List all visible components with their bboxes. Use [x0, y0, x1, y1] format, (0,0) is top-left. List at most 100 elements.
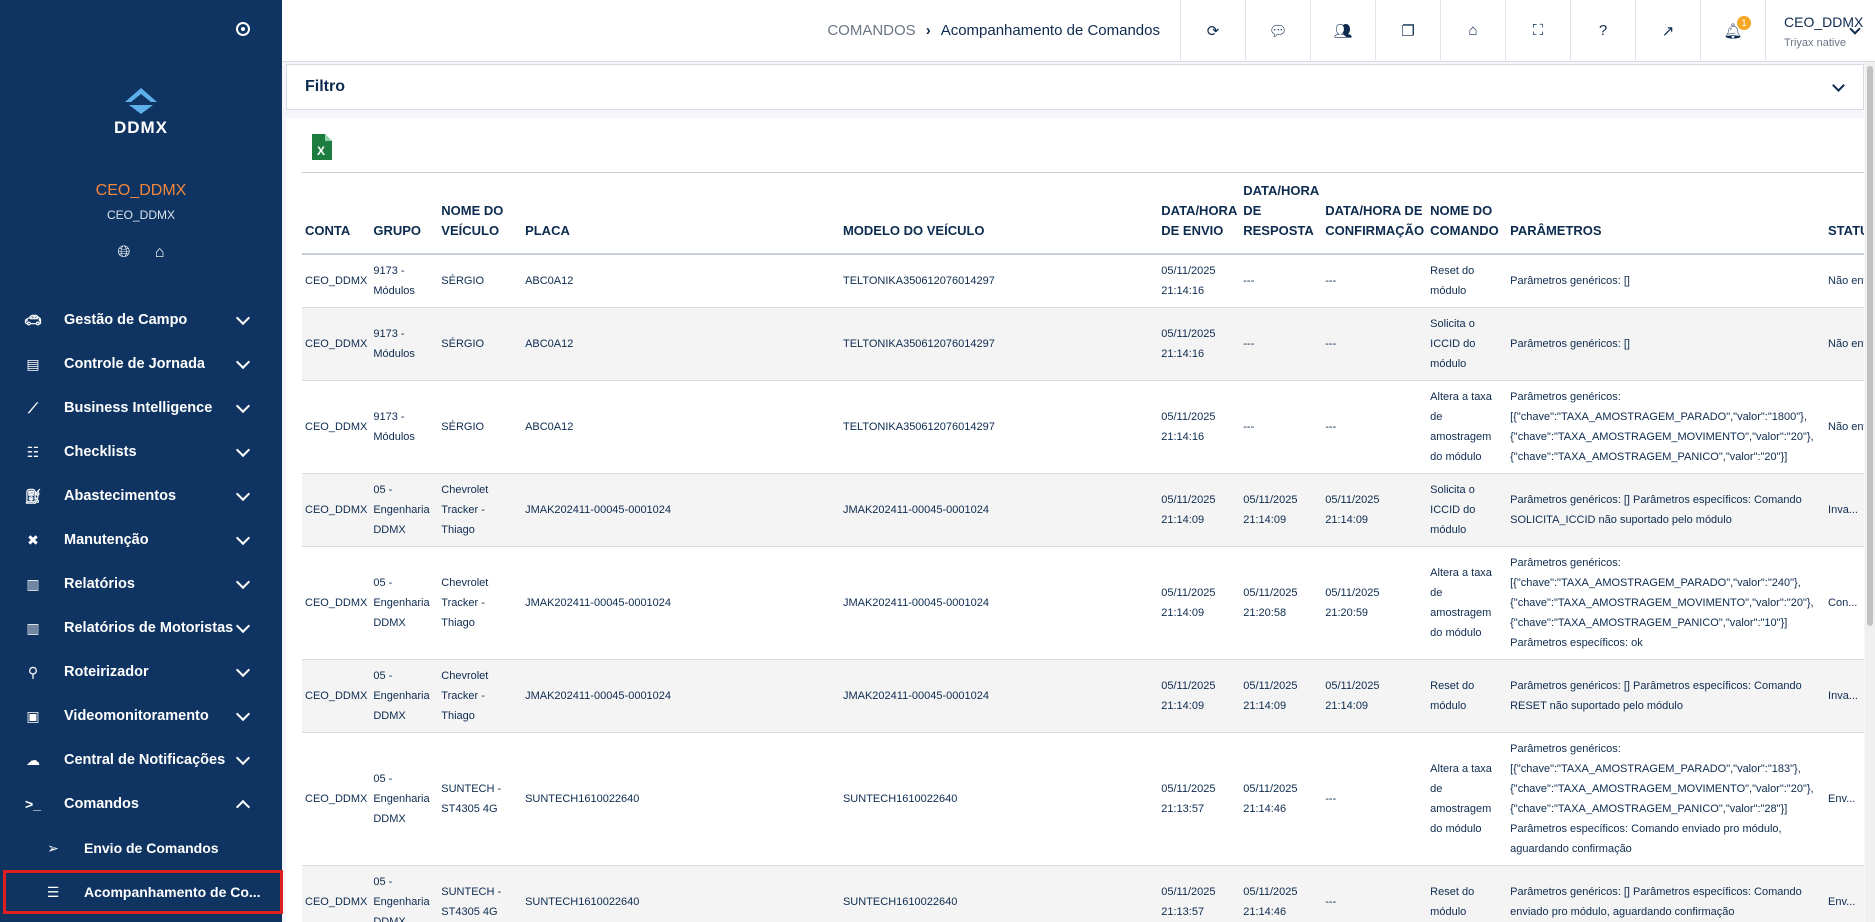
table-cell: 05/11/2025 21:14:09	[1240, 473, 1323, 547]
table-cell: SUNTECH1610022640	[522, 865, 840, 922]
table-cell: 05/11/2025 21:20:59	[1322, 546, 1428, 660]
table-row[interactable]: CEO_DDMX 9173 - Módulos SÉRGIO ABC0A12 TELTO…	[302, 380, 1864, 474]
col-header-data-resposta[interactable]: DATA/HORA DE RESPOSTA	[1240, 172, 1323, 255]
scrollbar-thumb[interactable]	[1867, 66, 1873, 626]
globe-icon[interactable]: 🌐︎	[118, 244, 131, 262]
table-row[interactable]: CEO_DDMX 05 - Engenharia DDMX Chevrolet Tr…	[302, 473, 1864, 547]
table-cell: Não env...	[1825, 380, 1864, 474]
sidebar-item-gestao-de-campo[interactable]: 🚗︎ Gestão de Campo	[0, 298, 282, 342]
terminal-icon: >_	[25, 796, 41, 812]
notifications-button[interactable]: 🔔︎ 1	[1700, 0, 1765, 62]
help-button[interactable]: ?	[1570, 0, 1635, 62]
id-card-icon: ▤	[26, 355, 40, 372]
sidebar-item-relatorios[interactable]: ▥ Relatórios	[0, 562, 282, 606]
sidebar-item-central-de-notificacoes[interactable]: ☁ Central de Notificações	[0, 738, 282, 782]
sidebar-item-roteirizador[interactable]: ⚲ Roteirizador	[0, 650, 282, 694]
main-content: X CONTA GRUPO NOME DO VEÍCULO PLACA MODE…	[286, 118, 1864, 922]
table-row[interactable]: CEO_DDMX 9173 - Módulos SÉRGIO ABC0A12 TELTO…	[302, 254, 1864, 308]
list-check-icon: ☰	[46, 883, 60, 900]
col-header-placa[interactable]: PLACA	[522, 172, 840, 255]
pin-sidebar-icon[interactable]	[236, 22, 250, 36]
external-link-button[interactable]: ↗	[1635, 0, 1700, 62]
commands-table-wrap: CONTA GRUPO NOME DO VEÍCULO PLACA MODELO…	[302, 172, 1864, 922]
tools-icon: ✖	[27, 531, 39, 548]
table-cell: Solicita o ICCID do módulo	[1427, 307, 1508, 381]
table-row[interactable]: CEO_DDMX 05 - Engenharia DDMX SUNTECH - ST…	[302, 732, 1864, 866]
table-cell: SUNTECH1610022640	[522, 732, 840, 866]
table-row[interactable]: CEO_DDMX 05 - Engenharia DDMX Chevrolet Tr…	[302, 659, 1864, 733]
users-button[interactable]: 👥︎	[1310, 0, 1375, 62]
table-cell: ABC0A12	[522, 307, 840, 381]
refresh-icon: ⟳	[1206, 22, 1220, 40]
table-cell: SÉRGIO	[438, 307, 523, 381]
sidebar-item-business-intelligence[interactable]: ⟋ Business Intelligence	[0, 386, 282, 430]
col-header-nome-veiculo[interactable]: NOME DO VEÍCULO	[438, 172, 523, 255]
table-cell: ---	[1240, 380, 1323, 474]
col-header-data-envio[interactable]: DATA/HORA DE ENVIO	[1158, 172, 1241, 255]
topbar-user-sub: Triyax native	[1784, 36, 1846, 49]
user-menu[interactable]: CEO_DDMX Triyax native	[1765, 0, 1875, 62]
home-button[interactable]: ⌂	[1440, 0, 1505, 62]
export-excel-button[interactable]: X	[310, 134, 332, 165]
help-icon: ?	[1598, 22, 1608, 39]
excel-icon: X	[312, 134, 332, 160]
col-header-grupo[interactable]: GRUPO	[370, 172, 439, 255]
table-cell: JMAK202411-00045-0001024	[522, 546, 840, 660]
table-cell: Altera a taxa de amostragem do módulo	[1427, 546, 1508, 660]
chevron-down-icon	[235, 618, 251, 633]
chevron-down-icon	[235, 574, 251, 589]
table-cell: JMAK202411-00045-0001024	[839, 546, 1159, 660]
table-row[interactable]: CEO_DDMX 05 - Engenharia DDMX SUNTECH - ST…	[302, 865, 1864, 922]
table-cell: JMAK202411-00045-0001024	[839, 659, 1159, 733]
table-cell: ABC0A12	[522, 254, 840, 308]
sidebar-item-controle-de-jornada[interactable]: ▤ Controle de Jornada	[0, 342, 282, 386]
table-cell: Chevrolet Tracker - Thiago	[438, 473, 523, 547]
fullscreen-button[interactable]: ⛶	[1505, 0, 1570, 62]
col-header-modelo-veiculo[interactable]: MODELO DO VEÍCULO	[839, 172, 1159, 255]
table-cell: TELTONIKA350612076014297	[839, 254, 1159, 308]
sidebar-subitem-envio-de-comandos[interactable]: ➢ Envio de Comandos	[0, 826, 282, 870]
table-row[interactable]: CEO_DDMX 9173 - Módulos SÉRGIO ABC0A12 TELTO…	[302, 307, 1864, 381]
table-cell: Não env...	[1825, 254, 1864, 308]
page-scrollbar[interactable]	[1865, 62, 1875, 922]
table-cell: Parâmetros genéricos: [] Parâmetros espe…	[1507, 473, 1826, 547]
sidebar-subitem-acompanhamento-de-comandos[interactable]: ☰ Acompanhamento de Co...	[3, 870, 283, 914]
table-cell: ---	[1322, 732, 1428, 866]
chevron-down-icon	[235, 750, 251, 765]
table-cell: CEO_DDMX	[302, 546, 371, 660]
table-cell: JMAK202411-00045-0001024	[839, 473, 1159, 547]
notification-car-icon: ☁	[26, 751, 40, 768]
table-cell: 05/11/2025 21:14:09	[1322, 473, 1428, 547]
chat-button[interactable]: 💬︎	[1245, 0, 1310, 62]
sidebar-item-comandos[interactable]: >_ Comandos	[0, 782, 282, 826]
sidebar: DDMX CEO_DDMX CEO_DDMX 🌐︎ ⌂ 🚗︎ Gestão de …	[0, 0, 283, 922]
col-header-data-confirmacao[interactable]: DATA/HORA DE CONFIRMAÇÃO	[1322, 172, 1428, 255]
filter-panel[interactable]: Filtro	[286, 64, 1864, 110]
table-cell: Env...	[1825, 732, 1864, 866]
sidebar-item-videomonitoramento[interactable]: ▣ Videomonitoramento	[0, 694, 282, 738]
col-header-parametros[interactable]: PARÂMETROS	[1507, 172, 1826, 255]
col-header-nome-comando[interactable]: NOME DO COMANDO	[1427, 172, 1508, 255]
external-link-icon: ↗	[1661, 22, 1675, 40]
home-icon[interactable]: ⌂	[155, 244, 165, 262]
layers-button[interactable]: ❐	[1375, 0, 1440, 62]
sidebar-item-checklists[interactable]: ☷ Checklists	[0, 430, 282, 474]
table-cell: Inva...	[1825, 659, 1864, 733]
table-cell: CEO_DDMX	[302, 659, 371, 733]
table-cell: Reset do módulo	[1427, 865, 1508, 922]
breadcrumb-root[interactable]: COMANDOS	[827, 22, 915, 39]
table-row[interactable]: CEO_DDMX 05 - Engenharia DDMX Chevrolet Tr…	[302, 546, 1864, 660]
table-cell: Parâmetros genéricos: [] Parâmetros espe…	[1507, 865, 1826, 922]
sidebar-item-relatorios-de-motoristas[interactable]: ▥ Relatórios de Motoristas	[0, 606, 282, 650]
sidebar-menu: 🚗︎ Gestão de Campo ▤ Controle de Jornada ⟋…	[0, 298, 283, 914]
table-cell: 05 - Engenharia DDMX	[370, 473, 439, 547]
table-cell: 05/11/2025 21:13:57	[1158, 865, 1241, 922]
col-header-conta[interactable]: CONTA	[302, 172, 371, 255]
users-icon: 👥︎	[1333, 22, 1353, 40]
sidebar-item-manutencao[interactable]: ✖ Manutenção	[0, 518, 282, 562]
table-cell: JMAK202411-00045-0001024	[522, 473, 840, 547]
sidebar-item-abastecimentos[interactable]: ⛽︎ Abastecimentos	[0, 474, 282, 518]
col-header-status-atual[interactable]: STATUS ATUAL	[1825, 172, 1864, 255]
table-cell: 05/11/2025 21:14:46	[1240, 732, 1323, 866]
refresh-button[interactable]: ⟳	[1180, 0, 1245, 62]
